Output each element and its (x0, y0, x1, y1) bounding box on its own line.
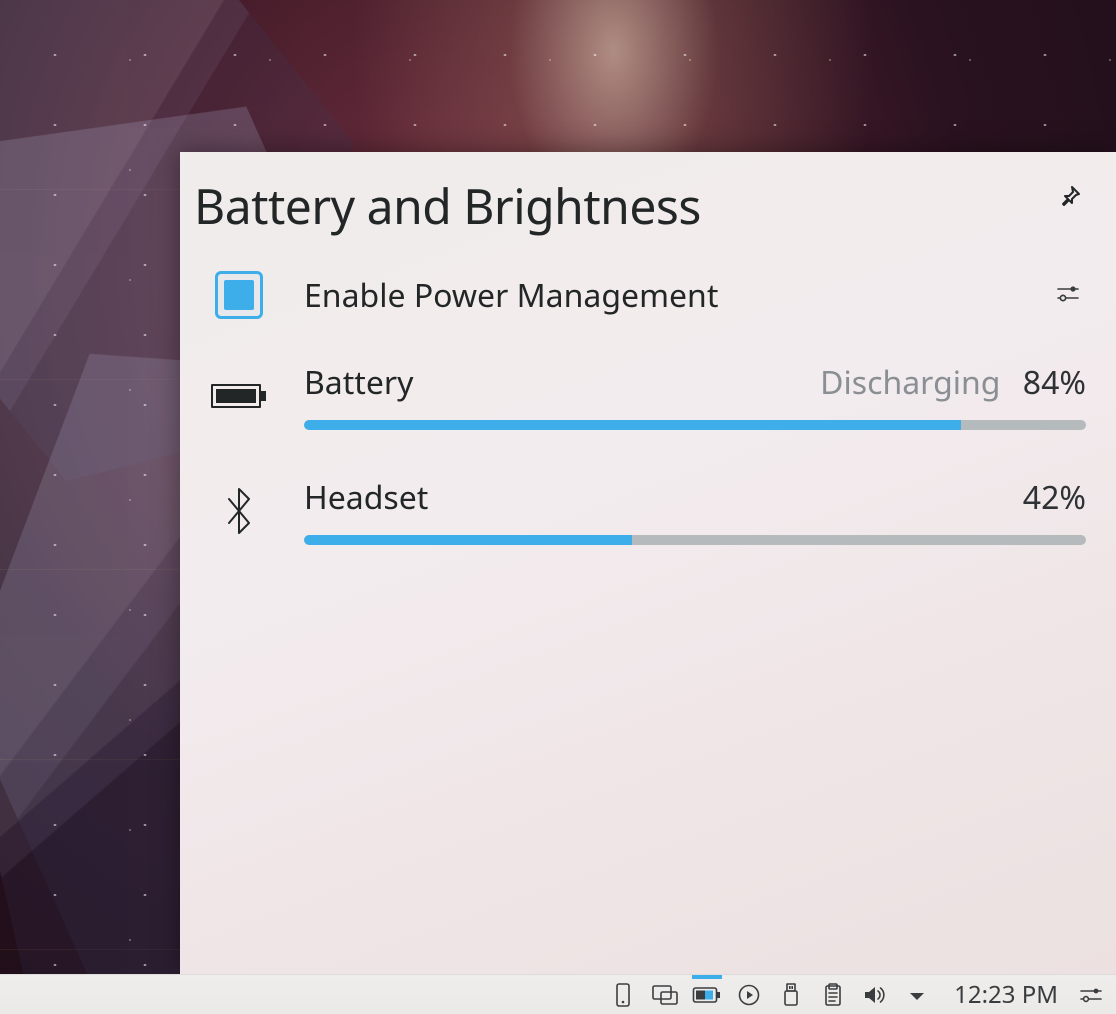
chevron-down-icon (907, 989, 927, 1003)
battery-tray-icon (692, 986, 722, 1004)
media-play-icon (737, 983, 761, 1007)
clipboard-icon (822, 982, 844, 1008)
configure-icon (1054, 279, 1082, 307)
headset-progress-fill (304, 535, 632, 545)
bluetooth-icon (219, 485, 259, 537)
battery-brightness-popup: Battery and Brightness Enable Power Mana… (180, 152, 1116, 974)
battery-percent: 84% (1023, 361, 1086, 404)
configure-power-button[interactable] (1050, 275, 1086, 311)
headset-label: Headset (304, 476, 428, 519)
volume-tray[interactable] (856, 976, 894, 1014)
pin-button[interactable] (1054, 180, 1086, 212)
enable-power-management-checkbox[interactable] (215, 271, 263, 319)
volume-icon (862, 983, 888, 1007)
popup-title: Battery and Brightness (194, 174, 701, 239)
clipboard-tray[interactable] (814, 976, 852, 1014)
battery-progress-fill (304, 420, 961, 430)
media-tray[interactable] (730, 976, 768, 1014)
taskbar: 12:23 PM (0, 974, 1116, 1014)
display-icon (651, 983, 679, 1007)
tray-expand-button[interactable] (898, 976, 936, 1014)
taskbar-clock[interactable]: 12:23 PM (940, 978, 1068, 1011)
kde-connect-icon (612, 982, 634, 1008)
usb-device-icon (781, 982, 801, 1008)
display-tray[interactable] (646, 976, 684, 1014)
headset-percent: 42% (1023, 476, 1086, 519)
checkbox-checked-icon (224, 280, 254, 310)
pin-icon (1058, 184, 1082, 208)
kde-connect-tray[interactable] (604, 976, 642, 1014)
enable-power-management-label: Enable Power Management (304, 274, 718, 317)
battery-tray[interactable] (688, 976, 726, 1014)
battery-status: Discharging (820, 361, 1000, 404)
system-settings-tray[interactable] (1072, 976, 1110, 1014)
battery-progress (304, 420, 1086, 430)
configure-icon (1077, 983, 1105, 1007)
battery-icon (210, 381, 268, 411)
usb-tray[interactable] (772, 976, 810, 1014)
system-tray: 12:23 PM (604, 976, 1110, 1014)
headset-progress (304, 535, 1086, 545)
battery-label: Battery (304, 361, 413, 404)
